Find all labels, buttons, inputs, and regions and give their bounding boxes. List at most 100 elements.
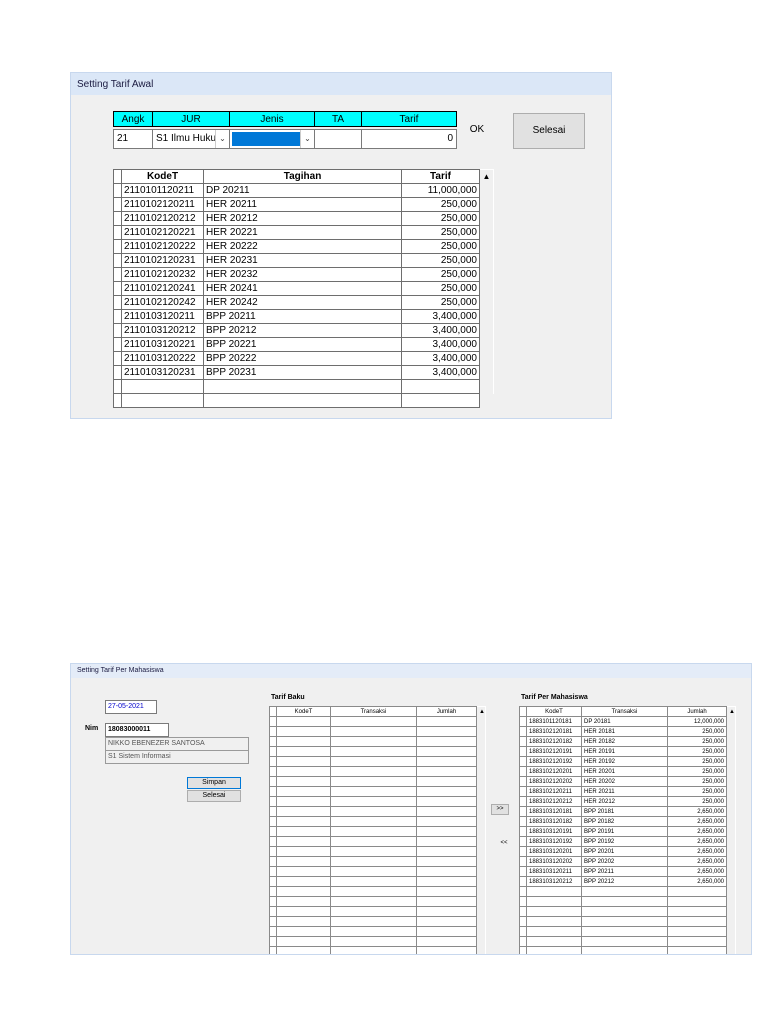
cell-amount[interactable]: 250,000 — [401, 295, 480, 310]
cell-amount[interactable] — [416, 846, 477, 857]
cell-kodet[interactable] — [526, 946, 582, 954]
scrollbar-track[interactable] — [476, 736, 486, 747]
cell-kodet[interactable] — [276, 906, 331, 917]
row-indicator[interactable] — [519, 796, 527, 807]
table-row[interactable] — [113, 379, 494, 394]
cell-description[interactable] — [330, 796, 417, 807]
table-row[interactable] — [519, 916, 736, 927]
row-indicator[interactable] — [519, 856, 527, 867]
cell-kodet[interactable]: 1883103120191 — [526, 826, 582, 837]
row-indicator[interactable] — [269, 906, 277, 917]
cell-description[interactable]: HER 20232 — [203, 267, 402, 282]
scrollbar-track[interactable] — [726, 736, 736, 747]
cell-description[interactable]: BPP 20182 — [581, 816, 668, 827]
cell-kodet[interactable] — [276, 726, 331, 737]
scrollbar-track[interactable] — [476, 866, 486, 877]
scrollbar-track[interactable] — [476, 746, 486, 757]
cell-kodet[interactable] — [276, 856, 331, 867]
cell-description[interactable] — [330, 806, 417, 817]
row-indicator[interactable] — [269, 846, 277, 857]
cell-description[interactable]: HER 20211 — [203, 197, 402, 212]
angk-input[interactable]: 21 — [113, 129, 153, 149]
row-indicator[interactable] — [519, 756, 527, 767]
cell-description[interactable] — [330, 906, 417, 917]
cell-amount[interactable] — [416, 916, 477, 927]
col-header-transaksi[interactable]: Transaksi — [581, 706, 668, 717]
table-row[interactable] — [269, 726, 486, 737]
cell-amount[interactable] — [416, 776, 477, 787]
cell-kodet[interactable] — [276, 776, 331, 787]
cell-kodet[interactable] — [526, 926, 582, 937]
table-row[interactable]: 2110103120212 BPP 20212 3,400,000 — [113, 323, 494, 338]
row-indicator[interactable] — [269, 716, 277, 727]
cell-kodet[interactable]: 1883103120211 — [526, 866, 582, 877]
table-row[interactable] — [269, 936, 486, 947]
cell-kodet[interactable]: 1883103120202 — [526, 856, 582, 867]
cell-kodet[interactable] — [526, 916, 582, 927]
row-indicator[interactable] — [269, 916, 277, 927]
table-row[interactable]: 2110102120242 HER 20242 250,000 — [113, 295, 494, 310]
cell-amount[interactable]: 2,650,000 — [667, 856, 727, 867]
scrollbar-track[interactable] — [476, 856, 486, 867]
cell-description[interactable] — [203, 379, 402, 394]
row-indicator[interactable] — [269, 876, 277, 887]
scrollbar-track[interactable] — [726, 786, 736, 797]
scrollbar-track[interactable] — [726, 836, 736, 847]
row-indicator[interactable] — [519, 846, 527, 857]
cell-kodet[interactable]: 1883102120212 — [526, 796, 582, 807]
scrollbar-track[interactable] — [476, 906, 486, 917]
table-row[interactable] — [269, 746, 486, 757]
table-row[interactable] — [269, 716, 486, 727]
cell-kodet[interactable] — [276, 836, 331, 847]
scrollbar-track[interactable] — [476, 876, 486, 887]
chevron-down-icon[interactable]: ⌄ — [300, 130, 314, 148]
cell-description[interactable]: HER 20242 — [203, 295, 402, 310]
table-row[interactable]: 1883103120191 BPP 20191 2,650,000 — [519, 826, 736, 837]
cell-amount[interactable] — [667, 936, 727, 947]
table-row[interactable] — [269, 926, 486, 937]
cell-kodet[interactable]: 1883102120211 — [526, 786, 582, 797]
cell-kodet[interactable]: 1883102120202 — [526, 776, 582, 787]
cell-kodet[interactable]: 1883103120201 — [526, 846, 582, 857]
chevron-down-icon[interactable]: ⌄ — [215, 130, 229, 148]
scrollbar-track[interactable] — [476, 826, 486, 837]
row-indicator[interactable] — [519, 926, 527, 937]
cell-kodet[interactable]: 2110101120211 — [121, 183, 204, 198]
row-indicator[interactable] — [519, 786, 527, 797]
cell-kodet[interactable] — [276, 746, 331, 757]
scrollbar-track[interactable] — [726, 726, 736, 737]
scrollbar-track[interactable] — [479, 253, 494, 268]
table-row[interactable] — [269, 886, 486, 897]
table-row[interactable]: 1883102120182 HER 20182 250,000 — [519, 736, 736, 747]
cell-kodet[interactable] — [276, 916, 331, 927]
scrollbar-track[interactable] — [479, 211, 494, 226]
remove-arrow-button[interactable]: << — [495, 838, 513, 849]
row-indicator[interactable] — [113, 351, 122, 366]
cell-amount[interactable] — [416, 726, 477, 737]
cell-description[interactable] — [581, 926, 668, 937]
cell-kodet[interactable]: 2110103120231 — [121, 365, 204, 380]
jur-select[interactable]: S1 Ilmu Huku ⌄ — [152, 129, 230, 149]
row-indicator[interactable] — [519, 836, 527, 847]
cell-amount[interactable] — [416, 766, 477, 777]
scrollbar-track[interactable] — [476, 896, 486, 907]
row-indicator[interactable] — [269, 856, 277, 867]
table-row[interactable]: 1883103120182 BPP 20182 2,650,000 — [519, 816, 736, 827]
scrollbar-track[interactable] — [476, 836, 486, 847]
table-row[interactable]: 2110102120221 HER 20221 250,000 — [113, 225, 494, 240]
cell-amount[interactable]: 250,000 — [401, 225, 480, 240]
cell-kodet[interactable]: 2110103120221 — [121, 337, 204, 352]
cell-kodet[interactable]: 2110102120222 — [121, 239, 204, 254]
col-header-kodet[interactable]: KodeT — [121, 169, 204, 184]
cell-description[interactable]: BPP 20221 — [203, 337, 402, 352]
table-row[interactable] — [269, 906, 486, 917]
cell-amount[interactable]: 3,400,000 — [401, 323, 480, 338]
col-header-tagihan[interactable]: Tagihan — [203, 169, 402, 184]
scrollbar-track[interactable] — [476, 846, 486, 857]
scrollbar-track[interactable] — [726, 906, 736, 917]
cell-description[interactable]: BPP 20212 — [203, 323, 402, 338]
scrollbar-track[interactable] — [726, 916, 736, 927]
table-row[interactable]: 2110103120231 BPP 20231 3,400,000 — [113, 365, 494, 380]
cell-description[interactable]: BPP 20181 — [581, 806, 668, 817]
cell-amount[interactable] — [416, 816, 477, 827]
